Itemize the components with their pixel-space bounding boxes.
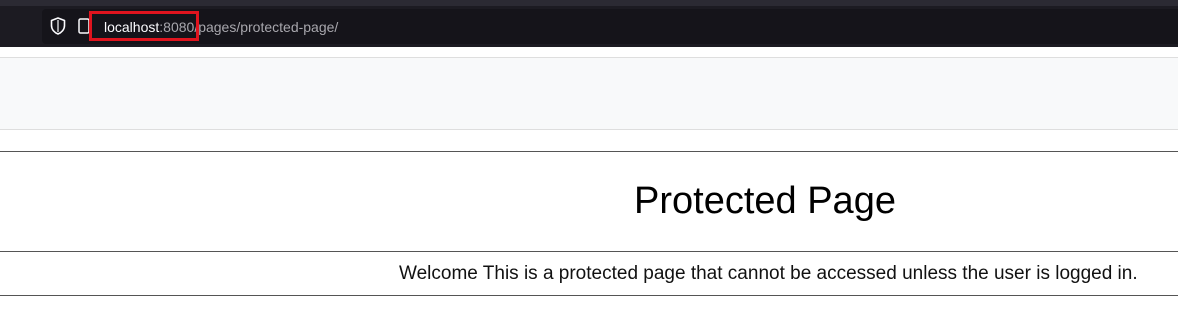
page-icon[interactable] [78,18,90,34]
shield-icon[interactable] [50,17,66,35]
table-row-divider [0,251,1178,252]
tab-strip [0,0,1178,6]
url-host: localhost [104,19,160,35]
navbar [0,57,1178,130]
url-port: :8080 [159,19,195,35]
url-text[interactable]: localhost:8080/pages/protected-page/ [104,17,338,37]
page-title: Protected Page [634,180,896,222]
welcome-message: Welcome This is a protected page that ca… [399,263,1138,284]
browser-toolbar: localhost:8080/pages/protected-page/ [0,0,1178,47]
url-path: /pages/protected-page/ [194,19,339,35]
table-border-top [0,151,1178,152]
table-border-bottom [0,295,1178,296]
